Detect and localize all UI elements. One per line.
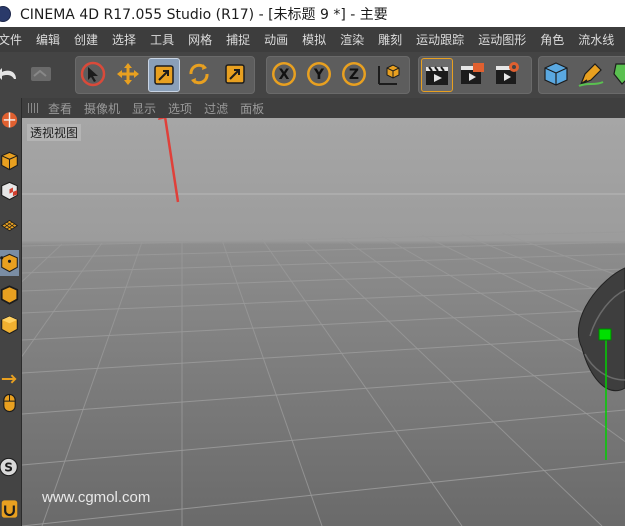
- title-bar: CINEMA 4D R17.055 Studio (R17) - [未标题 9 …: [0, 0, 625, 27]
- mouse-icon: [3, 393, 16, 413]
- menu-sculpt[interactable]: 雕刻: [371, 31, 409, 48]
- cube-object-button[interactable]: [541, 58, 571, 90]
- redo-icon: [31, 67, 51, 81]
- window-title: CINEMA 4D R17.055 Studio (R17) - [未标题 9 …: [20, 6, 388, 23]
- watermark-text: www.cgmol.com: [42, 489, 151, 506]
- viewport-grid: [22, 193, 625, 526]
- axis-y-label: Y: [313, 67, 325, 83]
- left-mode-toolbar: S: [0, 98, 22, 526]
- recent-tool-icon: [225, 64, 245, 84]
- menu-character[interactable]: 角色: [533, 31, 571, 48]
- pen-icon: [578, 63, 604, 87]
- snapping-button[interactable]: S: [0, 454, 19, 480]
- texture-mode-button[interactable]: [0, 178, 19, 204]
- model-mode-button[interactable]: [0, 148, 19, 174]
- model-cube-icon: [1, 151, 18, 171]
- menu-simulate[interactable]: 模拟: [295, 31, 333, 48]
- scale-icon: [154, 65, 174, 85]
- edges-mode-button[interactable]: [0, 282, 19, 308]
- axis-z-label: Z: [349, 67, 359, 83]
- grid-plane-icon: [0, 219, 19, 232]
- menu-animate[interactable]: 动画: [257, 31, 295, 48]
- menu-select[interactable]: 选择: [105, 31, 143, 48]
- z-axis-lock-button[interactable]: Z: [339, 58, 369, 90]
- y-axis-icon: Y: [307, 62, 331, 86]
- clapperboard-icon: [426, 66, 448, 85]
- make-editable-button[interactable]: [0, 106, 19, 132]
- points-cube-icon: [0, 253, 18, 273]
- points-mode-button[interactable]: [0, 250, 19, 276]
- undo-button[interactable]: [0, 58, 22, 90]
- magnet-button[interactable]: [0, 496, 19, 522]
- select-tool-button[interactable]: [78, 58, 108, 90]
- scale-tool-button[interactable]: [148, 58, 180, 92]
- z-axis-icon: Z: [342, 62, 366, 86]
- enable-axis-button[interactable]: [0, 366, 19, 392]
- menu-mograph[interactable]: 运动图形: [471, 31, 533, 48]
- main-toolbar: X Y Z: [0, 52, 625, 99]
- last-tool-button[interactable]: [220, 58, 250, 90]
- y-axis-lock-button[interactable]: Y: [304, 58, 334, 90]
- subdivision-button[interactable]: [608, 58, 625, 90]
- viewport-menu-filter[interactable]: 过滤: [204, 100, 228, 117]
- menu-create[interactable]: 创建: [67, 31, 105, 48]
- coordinate-cube-icon: [378, 64, 400, 85]
- viewport-menu-view[interactable]: 查看: [48, 100, 72, 117]
- subdivision-icon: [613, 63, 625, 85]
- menu-pipeline[interactable]: 流水线: [571, 31, 621, 48]
- menu-motion-tracking[interactable]: 运动跟踪: [409, 31, 471, 48]
- render-to-picture-viewer-icon: [461, 63, 484, 84]
- cinema4d-logo-icon: [0, 5, 11, 22]
- menu-render[interactable]: 渲染: [333, 31, 371, 48]
- snap-s-icon: S: [0, 457, 18, 477]
- menu-file[interactable]: 文件: [0, 31, 29, 48]
- menu-edit[interactable]: 编辑: [29, 31, 67, 48]
- menu-bar: 文件 编辑 创建 选择 工具 网格 捕捉 动画 模拟 渲染 雕刻 运动跟踪 运动…: [0, 27, 625, 52]
- checker-cube-icon: [1, 181, 18, 201]
- x-axis-lock-button[interactable]: X: [269, 58, 299, 90]
- viewport-menu-options[interactable]: 选项: [168, 100, 192, 117]
- render-settings-gear-icon: [496, 62, 519, 84]
- axis-arrow-icon: [1, 374, 17, 384]
- magnet-icon: [1, 500, 18, 518]
- render-view-button[interactable]: [421, 58, 453, 92]
- edges-cube-icon: [0, 285, 19, 305]
- cube-icon: [544, 62, 568, 86]
- menu-mesh[interactable]: 网格: [181, 31, 219, 48]
- viewport-label: 透视视图: [27, 124, 82, 141]
- render-settings-button[interactable]: [492, 58, 522, 90]
- rotate-icon: [189, 63, 209, 85]
- rotate-tool-button[interactable]: [184, 58, 214, 90]
- move-arrows-icon: [117, 63, 139, 85]
- select-cursor-icon: [80, 61, 106, 87]
- redo-button[interactable]: [26, 58, 56, 90]
- svg-text:S: S: [4, 460, 13, 474]
- menu-snap[interactable]: 捕捉: [219, 31, 257, 48]
- spline-pen-button[interactable]: [576, 58, 606, 90]
- undo-icon: [0, 68, 16, 80]
- make-editable-icon: [1, 112, 18, 128]
- annotation-arrow-icon: [158, 118, 180, 203]
- polygons-mode-button[interactable]: [0, 312, 19, 338]
- move-tool-button[interactable]: [113, 58, 143, 90]
- tweak-mode-button[interactable]: [0, 390, 19, 416]
- viewport-menu-bar: 查看 摄像机 显示 选项 过滤 面板: [22, 98, 625, 118]
- workplane-mode-button[interactable]: [0, 210, 19, 236]
- render-picture-viewer-button[interactable]: [457, 58, 487, 90]
- x-axis-icon: X: [272, 62, 296, 86]
- coordinate-system-button[interactable]: [374, 58, 404, 90]
- menu-tools[interactable]: 工具: [143, 31, 181, 48]
- viewport-menu-camera[interactable]: 摄像机: [84, 100, 120, 117]
- viewport-grip-icon[interactable]: [28, 103, 40, 113]
- viewport-menu-panel[interactable]: 面板: [240, 100, 264, 117]
- polygons-cube-icon: [1, 315, 18, 335]
- viewport-menu-display[interactable]: 显示: [132, 100, 156, 117]
- perspective-viewport[interactable]: 透视视图 www.cgmol.com: [22, 118, 625, 526]
- axis-x-label: X: [279, 67, 290, 83]
